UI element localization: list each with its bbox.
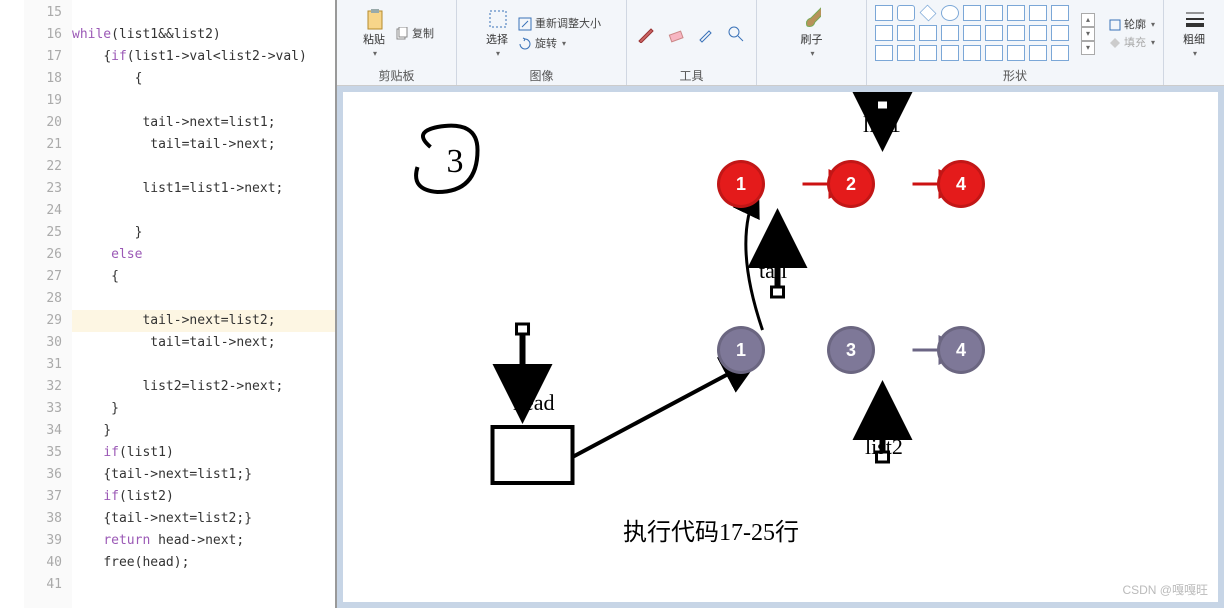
label-list2: list2 (865, 434, 903, 460)
resize-label: 重新调整大小 (535, 17, 601, 31)
node-r2-0: 1 (717, 326, 765, 374)
ribbon-group-image: 选择 重新调整大小 旋转 图像 (457, 0, 627, 85)
group-label-brush (810, 67, 813, 85)
ribbon-group-clipboard: 粘贴 复制 剪贴板 (337, 0, 457, 85)
label-tail: tail (759, 258, 787, 284)
group-label-image: 图像 (529, 67, 553, 85)
paste-label: 粘贴 (363, 31, 385, 47)
outline-button[interactable]: 轮廓 (1109, 18, 1155, 32)
weight-label: 粗细 (1183, 31, 1205, 47)
watermark: CSDN @嘎嘎旺 (1122, 581, 1208, 598)
shape-gallery[interactable] (875, 5, 1071, 63)
picker-icon[interactable] (696, 24, 716, 44)
group-label-shapes: 形状 (1003, 67, 1027, 85)
brush-icon (801, 9, 821, 29)
ribbon-group-brush: 刷子 (757, 0, 867, 85)
editor-margin (0, 0, 24, 608)
copy-button[interactable]: 复制 (395, 27, 434, 41)
select-button[interactable]: 选择 (482, 7, 512, 60)
fill-button[interactable]: 填充 (1109, 36, 1155, 50)
resize-button[interactable]: 重新调整大小 (518, 17, 601, 31)
code-editor-pane: 1516171819202122232425262728293031323334… (0, 0, 337, 608)
node-r1-1: 2 (827, 160, 875, 208)
label-head: head (513, 390, 555, 416)
group-label-tools: 工具 (679, 67, 703, 85)
copy-label: 复制 (412, 27, 434, 41)
zoom-icon[interactable] (726, 24, 746, 44)
canvas-wrap: 3 (337, 86, 1224, 608)
paste-button[interactable]: 粘贴 (359, 7, 389, 60)
paint-pane: 粘贴 复制 剪贴板 选择 (337, 0, 1224, 608)
ribbon-group-tools: 工具 (627, 0, 757, 85)
gallery-scroll[interactable]: ▴▾▾ (1081, 13, 1095, 55)
weight-button[interactable]: 粗细 (1179, 7, 1209, 60)
select-icon (487, 9, 507, 29)
outline-label: 轮廓 (1124, 18, 1146, 32)
rotate-button[interactable]: 旋转 (518, 37, 601, 51)
sketch-number: 3 (446, 143, 463, 180)
brush-label: 刷子 (800, 31, 822, 47)
group-label-clipboard: 剪贴板 (378, 67, 414, 85)
paint-canvas[interactable]: 3 (343, 92, 1218, 602)
line-number-gutter: 1516171819202122232425262728293031323334… (24, 0, 72, 608)
rotate-label: 旋转 (535, 37, 557, 51)
code-area[interactable]: while(list1&&list2) {if(list1->val<list2… (72, 0, 337, 608)
caption: 执行代码17-25行 (623, 512, 799, 547)
eraser-icon[interactable] (666, 24, 686, 44)
ribbon-group-shapes: ▴▾▾ 轮廓 填充 形状 (867, 0, 1164, 85)
node-r2-2: 4 (937, 326, 985, 374)
select-label: 选择 (486, 31, 508, 47)
label-list1: list1 (863, 112, 901, 138)
paste-icon (364, 9, 384, 29)
node-r2-1: 3 (827, 326, 875, 374)
ribbon-group-weight: 粗细 (1164, 0, 1224, 85)
weight-icon (1184, 9, 1204, 29)
pencil-icon[interactable] (636, 24, 656, 44)
fill-label: 填充 (1124, 36, 1146, 50)
brush-button[interactable]: 刷子 (796, 7, 826, 60)
node-r1-0: 1 (717, 160, 765, 208)
ribbon: 粘贴 复制 剪贴板 选择 (337, 0, 1224, 86)
node-r1-2: 4 (937, 160, 985, 208)
